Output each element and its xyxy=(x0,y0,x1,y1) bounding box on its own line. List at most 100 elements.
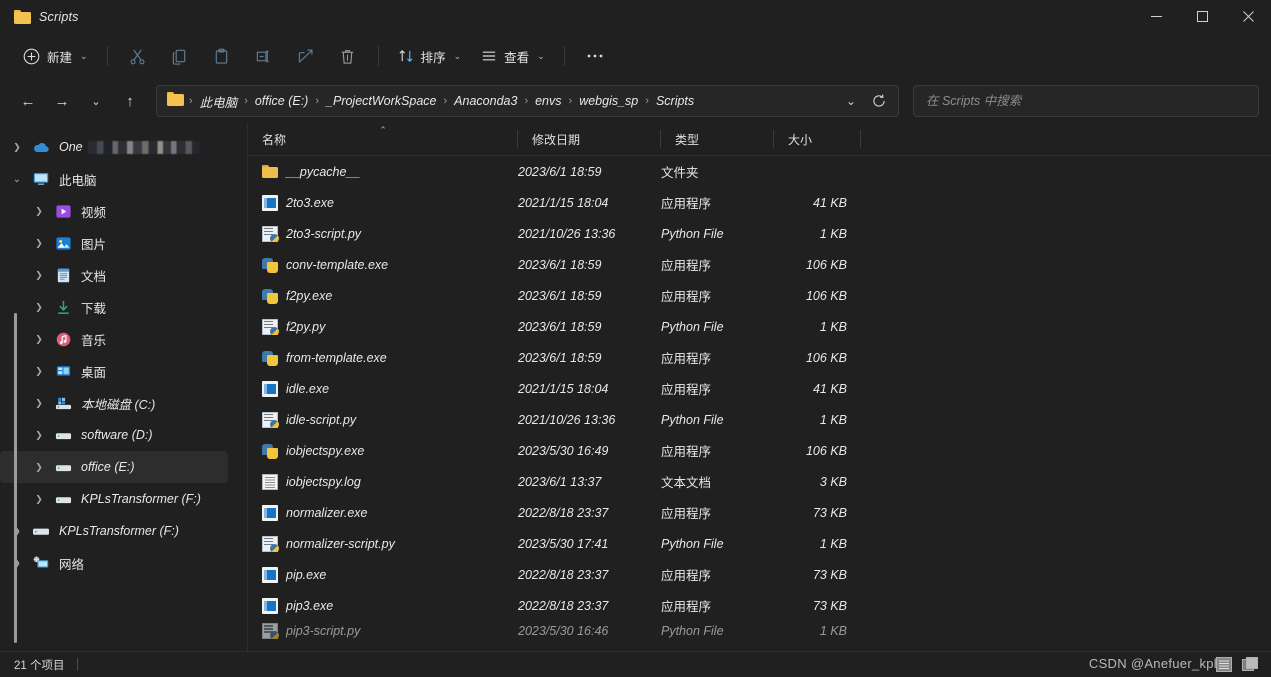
table-row[interactable]: f2py.py 2023/6/1 18:59 Python File 1 KB xyxy=(252,311,1263,342)
details-view-button[interactable] xyxy=(1213,654,1235,674)
sidebar-item-desktop[interactable]: ❯ 桌面 xyxy=(0,355,228,387)
desktop-icon xyxy=(54,362,72,380)
new-button[interactable]: 新建 ⌄ xyxy=(14,40,97,72)
sidebar-item-kplstransformer-f-child[interactable]: ❯ KPLsTransformer (F:) xyxy=(0,483,228,515)
file-date: 2022/8/18 23:37 xyxy=(518,505,609,520)
table-row[interactable]: normalizer-script.py 2023/5/30 17:41 Pyt… xyxy=(252,528,1263,559)
folder-icon xyxy=(14,9,31,24)
large-icons-view-button[interactable] xyxy=(1239,654,1261,674)
chevron-right-icon[interactable]: ❯ xyxy=(28,456,50,478)
table-row[interactable]: from-template.exe 2023/6/1 18:59 应用程序 10… xyxy=(252,342,1263,373)
address-history-dropdown[interactable]: ⌄ xyxy=(838,88,864,114)
chevron-right-icon[interactable]: ❯ xyxy=(28,328,50,350)
view-button[interactable]: 查看 ⌄ xyxy=(472,40,554,72)
sidebar-item-this-pc[interactable]: ⌄ 此电脑 xyxy=(0,163,228,195)
sort-button[interactable]: 排序 ⌄ xyxy=(389,40,471,72)
new-button-label: 新建 xyxy=(47,50,73,65)
sidebar-item-onedrive[interactable]: ❯ One xyxy=(0,131,228,163)
search-box[interactable] xyxy=(913,85,1259,117)
share-icon xyxy=(297,48,314,65)
sidebar-item-documents[interactable]: ❯ 文档 xyxy=(0,259,228,291)
cut-button[interactable] xyxy=(118,40,158,72)
copy-button[interactable] xyxy=(160,40,200,72)
refresh-icon[interactable] xyxy=(866,88,892,114)
file-name-cell: 2to3-script.py xyxy=(252,225,518,242)
more-options-button[interactable] xyxy=(575,40,615,72)
table-row[interactable]: iobjectspy.exe 2023/5/30 16:49 应用程序 106 … xyxy=(252,435,1263,466)
sidebar-item-downloads[interactable]: ❯ 下载 xyxy=(0,291,228,323)
breadcrumb-item-1[interactable]: office (E:) xyxy=(249,91,315,111)
python-exe-icon xyxy=(262,350,278,366)
column-header-name[interactable]: 名称 ⌃ xyxy=(248,123,518,156)
table-row[interactable]: idle-script.py 2021/10/26 13:36 Python F… xyxy=(252,404,1263,435)
table-row[interactable]: idle.exe 2021/1/15 18:04 应用程序 41 KB xyxy=(252,373,1263,404)
file-type: Python File xyxy=(661,319,724,334)
breadcrumb-item-0[interactable]: 此电脑 xyxy=(194,89,244,114)
column-header-date[interactable]: 修改日期 xyxy=(518,123,661,156)
sidebar-item-network[interactable]: ❯ 网络 xyxy=(0,547,228,579)
table-row[interactable]: pip3-script.py 2023/5/30 16:46 Python Fi… xyxy=(252,621,1263,641)
up-button[interactable]: ↑ xyxy=(114,86,146,116)
chevron-right-icon[interactable]: ❯ xyxy=(28,232,50,254)
file-size: 73 KB xyxy=(812,598,847,613)
drive-icon xyxy=(54,458,72,476)
chevron-right-icon[interactable]: ❯ xyxy=(6,552,28,574)
chevron-right-icon[interactable]: ❯ xyxy=(6,136,28,158)
chevron-right-icon[interactable]: ❯ xyxy=(28,392,50,414)
breadcrumb-item-5[interactable]: webgis_sp xyxy=(573,91,644,111)
sidebar-item-local-disk-c[interactable]: ❯ 本地磁盘 (C:) xyxy=(0,387,228,419)
delete-button[interactable] xyxy=(328,40,368,72)
exe-icon xyxy=(262,380,278,397)
sidebar-item-kplstransformer-f[interactable]: ❯ KPLsTransformer (F:) xyxy=(0,515,228,547)
breadcrumb-item-4[interactable]: envs xyxy=(529,91,567,111)
maximize-button[interactable] xyxy=(1179,0,1225,33)
sidebar-item-music[interactable]: ❯ 音乐 xyxy=(0,323,228,355)
sidebar-scrollbar[interactable] xyxy=(14,313,17,643)
column-header-type[interactable]: 类型 xyxy=(661,123,774,156)
column-header-size-label: 大小 xyxy=(788,132,813,147)
column-header-size[interactable]: 大小 xyxy=(774,123,861,156)
breadcrumb-item-3[interactable]: Anaconda3 xyxy=(448,91,523,111)
close-button[interactable] xyxy=(1225,0,1271,33)
chevron-down-icon[interactable]: ⌄ xyxy=(6,168,28,190)
table-row[interactable]: pip3.exe 2022/8/18 23:37 应用程序 73 KB xyxy=(252,590,1263,621)
table-row[interactable]: pip.exe 2022/8/18 23:37 应用程序 73 KB xyxy=(252,559,1263,590)
share-button[interactable] xyxy=(286,40,326,72)
breadcrumb-item-2[interactable]: _ProjectWorkSpace xyxy=(320,91,442,111)
column-header-type-label: 类型 xyxy=(675,132,700,147)
chevron-right-icon[interactable]: ❯ xyxy=(28,296,50,318)
chevron-right-icon[interactable]: ❯ xyxy=(28,264,50,286)
back-button[interactable]: ← xyxy=(12,86,44,116)
sidebar-item-pictures[interactable]: ❯ 图片 xyxy=(0,227,228,259)
chevron-right-icon[interactable]: ❯ xyxy=(28,488,50,510)
address-bar[interactable]: › 此电脑 › office (E:) › _ProjectWorkSpace … xyxy=(156,85,899,117)
table-row[interactable]: conv-template.exe 2023/6/1 18:59 应用程序 10… xyxy=(252,249,1263,280)
chevron-right-icon[interactable]: ❯ xyxy=(28,424,50,446)
file-type: Python File xyxy=(661,412,724,427)
file-type: 应用程序 xyxy=(661,352,712,366)
breadcrumb: › 此电脑 › office (E:) › _ProjectWorkSpace … xyxy=(188,89,838,114)
table-row[interactable]: 2to3.exe 2021/1/15 18:04 应用程序 41 KB xyxy=(252,187,1263,218)
chevron-right-icon[interactable]: ❯ xyxy=(28,360,50,382)
table-row[interactable]: normalizer.exe 2022/8/18 23:37 应用程序 73 K… xyxy=(252,497,1263,528)
chevron-right-icon[interactable]: ❯ xyxy=(28,200,50,222)
forward-button[interactable]: → xyxy=(46,86,78,116)
rename-button[interactable] xyxy=(244,40,284,72)
file-size: 1 KB xyxy=(819,226,847,241)
chevron-right-icon[interactable]: ❯ xyxy=(6,520,28,542)
view-mode-buttons xyxy=(1213,654,1261,674)
recent-locations-button[interactable]: ⌄ xyxy=(80,86,112,116)
table-row[interactable]: iobjectspy.log 2023/6/1 13:37 文本文档 3 KB xyxy=(252,466,1263,497)
minimize-button[interactable] xyxy=(1133,0,1179,33)
paste-button[interactable] xyxy=(202,40,242,72)
ellipsis-icon xyxy=(586,53,604,59)
table-row[interactable]: __pycache__ 2023/6/1 18:59 文件夹 xyxy=(252,156,1263,187)
sidebar-item-videos[interactable]: ❯ 视频 xyxy=(0,195,228,227)
breadcrumb-item-6[interactable]: Scripts xyxy=(650,91,700,111)
table-row[interactable]: f2py.exe 2023/6/1 18:59 应用程序 106 KB xyxy=(252,280,1263,311)
sidebar-item-software-d[interactable]: ❯ software (D:) xyxy=(0,419,228,451)
search-input[interactable] xyxy=(926,94,1246,108)
table-row[interactable]: 2to3-script.py 2021/10/26 13:36 Python F… xyxy=(252,218,1263,249)
sidebar-item-office-e[interactable]: ❯ office (E:) xyxy=(0,451,228,483)
file-name: pip3.exe xyxy=(286,598,334,613)
